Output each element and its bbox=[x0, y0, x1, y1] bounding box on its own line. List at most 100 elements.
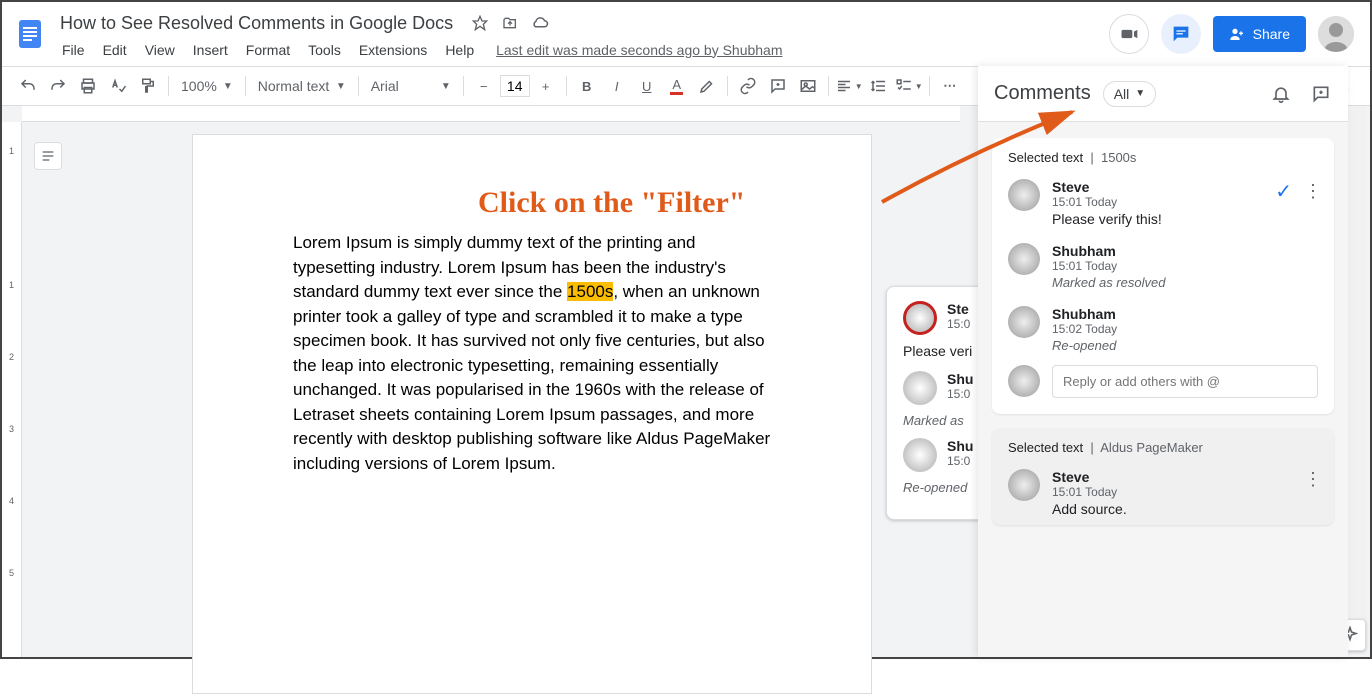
highlighted-text: 1500s bbox=[567, 282, 613, 301]
add-comment-button[interactable] bbox=[764, 72, 792, 100]
workspace: 112345 Lorem Ipsum is simply dummy text … bbox=[2, 106, 1370, 657]
commenter-avatar bbox=[1008, 306, 1040, 338]
separator bbox=[929, 76, 930, 96]
commenter-name: Shubham bbox=[1052, 243, 1318, 259]
menu-format[interactable]: Format bbox=[238, 38, 298, 62]
document-outline-button[interactable] bbox=[34, 142, 62, 170]
commenter-name: Ste bbox=[947, 301, 970, 317]
separator bbox=[463, 76, 464, 96]
document-title[interactable]: How to See Resolved Comments in Google D… bbox=[54, 11, 459, 36]
comment-thread[interactable]: Selected text | 1500s Steve 15:01 Today … bbox=[992, 138, 1334, 414]
comment-time: 15:0 bbox=[947, 387, 973, 401]
menu-file[interactable]: File bbox=[54, 38, 93, 62]
comment-menu-button[interactable]: ⋮ bbox=[1304, 181, 1322, 202]
comment-menu-button[interactable]: ⋮ bbox=[1304, 469, 1322, 490]
comment-item: Steve 15:01 Today Please verify this! ✓ … bbox=[992, 171, 1334, 235]
sidebar-header: Comments All ▼ bbox=[978, 66, 1348, 122]
comment-text: Add source. bbox=[1052, 501, 1318, 517]
comment-time: 15:01 Today bbox=[1052, 485, 1318, 499]
notifications-button[interactable] bbox=[1270, 83, 1292, 105]
spellcheck-button[interactable] bbox=[104, 72, 132, 100]
menu-insert[interactable]: Insert bbox=[185, 38, 236, 62]
font-select[interactable]: Arial▼ bbox=[365, 78, 457, 94]
insert-image-button[interactable] bbox=[794, 72, 822, 100]
text-color-button[interactable]: A bbox=[663, 72, 691, 100]
menu-extensions[interactable]: Extensions bbox=[351, 38, 435, 62]
comment-time: 15:0 bbox=[947, 454, 973, 468]
insert-link-button[interactable] bbox=[734, 72, 762, 100]
current-user-avatar bbox=[1008, 365, 1040, 397]
comment-time: 15:02 Today bbox=[1052, 322, 1318, 336]
line-spacing-button[interactable] bbox=[865, 72, 893, 100]
menu-tools[interactable]: Tools bbox=[300, 38, 349, 62]
separator bbox=[828, 76, 829, 96]
separator bbox=[727, 76, 728, 96]
commenter-name: Steve bbox=[1052, 469, 1318, 485]
vertical-scrollbar[interactable] bbox=[1350, 106, 1366, 653]
commenter-avatar bbox=[1008, 179, 1040, 211]
italic-button[interactable]: I bbox=[603, 72, 631, 100]
increase-font-button[interactable]: + bbox=[532, 72, 560, 100]
comment-text: Please verify this! bbox=[1052, 211, 1318, 227]
move-icon[interactable] bbox=[501, 14, 519, 32]
comment-history-button[interactable] bbox=[1161, 14, 1201, 54]
comment-item: Steve 15:01 Today Add source. ⋮ bbox=[992, 461, 1334, 525]
font-size-input[interactable] bbox=[500, 75, 530, 97]
body-text: , when an unknown printer took a galley … bbox=[293, 282, 770, 473]
comment-status: Marked as resolved bbox=[1052, 275, 1318, 290]
commenter-avatar bbox=[903, 438, 937, 472]
highlight-button[interactable] bbox=[693, 72, 721, 100]
menu-edit[interactable]: Edit bbox=[95, 38, 135, 62]
menu-help[interactable]: Help bbox=[437, 38, 482, 62]
underline-button[interactable]: U bbox=[633, 72, 661, 100]
comment-time: 15:01 Today bbox=[1052, 259, 1318, 273]
commenter-name: Shu bbox=[947, 438, 973, 454]
menu-view[interactable]: View bbox=[137, 38, 183, 62]
app-header: How to See Resolved Comments in Google D… bbox=[2, 2, 1370, 66]
reply-input[interactable] bbox=[1052, 365, 1318, 398]
thread-selection: Selected text | Aldus PageMaker bbox=[992, 428, 1334, 461]
separator bbox=[168, 76, 169, 96]
user-avatar[interactable] bbox=[1318, 16, 1354, 52]
vertical-ruler[interactable]: 112345 bbox=[2, 122, 22, 657]
new-comment-button[interactable] bbox=[1310, 83, 1332, 105]
chevron-down-icon: ▼ bbox=[1135, 88, 1145, 99]
redo-button[interactable] bbox=[44, 72, 72, 100]
comment-thread[interactable]: Selected text | Aldus PageMaker Steve 15… bbox=[992, 428, 1334, 525]
commenter-avatar bbox=[1008, 243, 1040, 275]
commenter-name: Shubham bbox=[1052, 306, 1318, 322]
comment-item: Shubham 15:02 Today Re-opened bbox=[992, 298, 1334, 361]
paragraph-style-select[interactable]: Normal text▼ bbox=[252, 78, 352, 94]
commenter-avatar bbox=[903, 301, 937, 335]
thread-selection: Selected text | 1500s bbox=[992, 138, 1334, 171]
menu-bar: File Edit View Insert Format Tools Exten… bbox=[54, 38, 1109, 62]
cloud-saved-icon[interactable] bbox=[531, 14, 549, 32]
decrease-font-button[interactable]: − bbox=[470, 72, 498, 100]
meet-button[interactable] bbox=[1109, 14, 1149, 54]
more-tools-button[interactable]: ⋯ bbox=[936, 72, 964, 100]
undo-button[interactable] bbox=[14, 72, 42, 100]
star-icon[interactable] bbox=[471, 14, 489, 32]
comment-item: Shubham 15:01 Today Marked as resolved bbox=[992, 235, 1334, 298]
checklist-button[interactable]: ▼ bbox=[895, 72, 923, 100]
last-edit-link[interactable]: Last edit was made seconds ago by Shubha… bbox=[496, 42, 782, 58]
commenter-avatar bbox=[903, 371, 937, 405]
bold-button[interactable]: B bbox=[573, 72, 601, 100]
resolve-check-button[interactable]: ✓ bbox=[1275, 179, 1292, 204]
sidebar-body[interactable]: Selected text | 1500s Steve 15:01 Today … bbox=[978, 122, 1348, 657]
comments-filter-button[interactable]: All ▼ bbox=[1103, 81, 1156, 107]
document-page[interactable]: Lorem Ipsum is simply dummy text of the … bbox=[192, 134, 872, 694]
share-button[interactable]: Share bbox=[1213, 16, 1306, 52]
zoom-select[interactable]: 100%▼ bbox=[175, 72, 239, 100]
horizontal-ruler[interactable] bbox=[22, 106, 960, 122]
person-add-icon bbox=[1229, 26, 1245, 42]
separator bbox=[566, 76, 567, 96]
print-button[interactable] bbox=[74, 72, 102, 100]
comment-time: 15:0 bbox=[947, 317, 970, 331]
commenter-name: Shu bbox=[947, 371, 973, 387]
filter-label: All bbox=[1114, 86, 1130, 102]
document-body[interactable]: Lorem Ipsum is simply dummy text of the … bbox=[293, 231, 771, 476]
align-button[interactable]: ▼ bbox=[835, 72, 863, 100]
docs-logo[interactable] bbox=[10, 14, 50, 54]
paint-format-button[interactable] bbox=[134, 72, 162, 100]
